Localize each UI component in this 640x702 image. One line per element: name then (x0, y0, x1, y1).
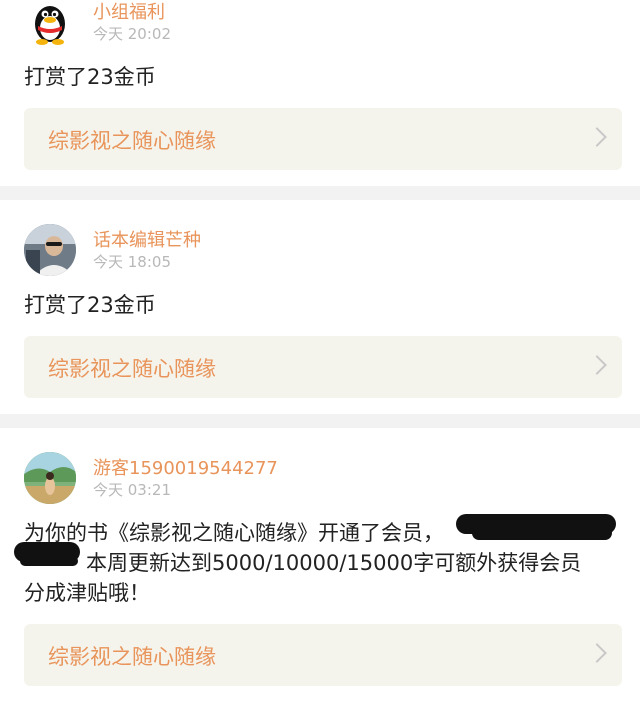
sender-name[interactable]: 游客1590019544277 (93, 454, 278, 480)
person-photo-avatar-icon (24, 224, 76, 276)
notification-message: 为你的书《综影视之随心随缘》开通了会员， 本周更新达到5000/10000/15… (14, 510, 624, 608)
notification-card: 小组福利 今天 20:02 打赏了23金币 综影视之随心随缘 (0, 0, 640, 186)
redaction-scribble (20, 556, 78, 566)
message-line: 分成津贴哦！ (24, 581, 150, 605)
book-title: 综影视之随心随缘 (48, 357, 216, 381)
book-title: 综影视之随心随缘 (48, 645, 216, 669)
qq-penguin-avatar-icon (35, 6, 65, 45)
avatar[interactable] (24, 0, 76, 48)
book-link-card[interactable]: 综影视之随心随缘 (24, 108, 622, 170)
notification-message: 打赏了23金币 (24, 65, 156, 89)
avatar[interactable] (24, 452, 76, 504)
notification-card: 话本编辑芒种 今天 18:05 打赏了23金币 综影视之随心随缘 (0, 200, 640, 414)
notification-feed: 小组福利 今天 20:02 打赏了23金币 综影视之随心随缘 话本编辑芒种 今天… (0, 0, 640, 702)
chevron-right-icon (587, 643, 607, 663)
timestamp: 今天 03:21 (93, 481, 171, 499)
avatar[interactable] (24, 224, 76, 276)
timestamp: 今天 20:02 (93, 25, 171, 43)
book-link-card[interactable]: 综影视之随心随缘 (24, 336, 622, 398)
notification-message: 打赏了23金币 (24, 293, 156, 317)
notification-card: 游客1590019544277 今天 03:21 为你的书《综影视之随心随缘》开… (0, 428, 640, 702)
timestamp: 今天 18:05 (93, 253, 171, 271)
card-header: 小组福利 今天 20:02 (24, 0, 622, 54)
card-separator (0, 186, 640, 200)
card-separator (0, 414, 640, 428)
sender-name[interactable]: 小组福利 (93, 0, 165, 24)
card-header: 游客1590019544277 今天 03:21 (24, 450, 622, 510)
sender-name[interactable]: 话本编辑芒种 (93, 226, 201, 252)
book-link-card[interactable]: 综影视之随心随缘 (24, 624, 622, 686)
chevron-right-icon (587, 127, 607, 147)
game-scene-avatar-icon (24, 452, 76, 504)
book-title: 综影视之随心随缘 (48, 129, 216, 153)
redaction-scribble (472, 526, 612, 540)
chevron-right-icon (587, 355, 607, 375)
message-line: 本周更新达到5000/10000/15000字可额外获得会员 (86, 551, 582, 575)
card-header: 话本编辑芒种 今天 18:05 (24, 222, 622, 282)
